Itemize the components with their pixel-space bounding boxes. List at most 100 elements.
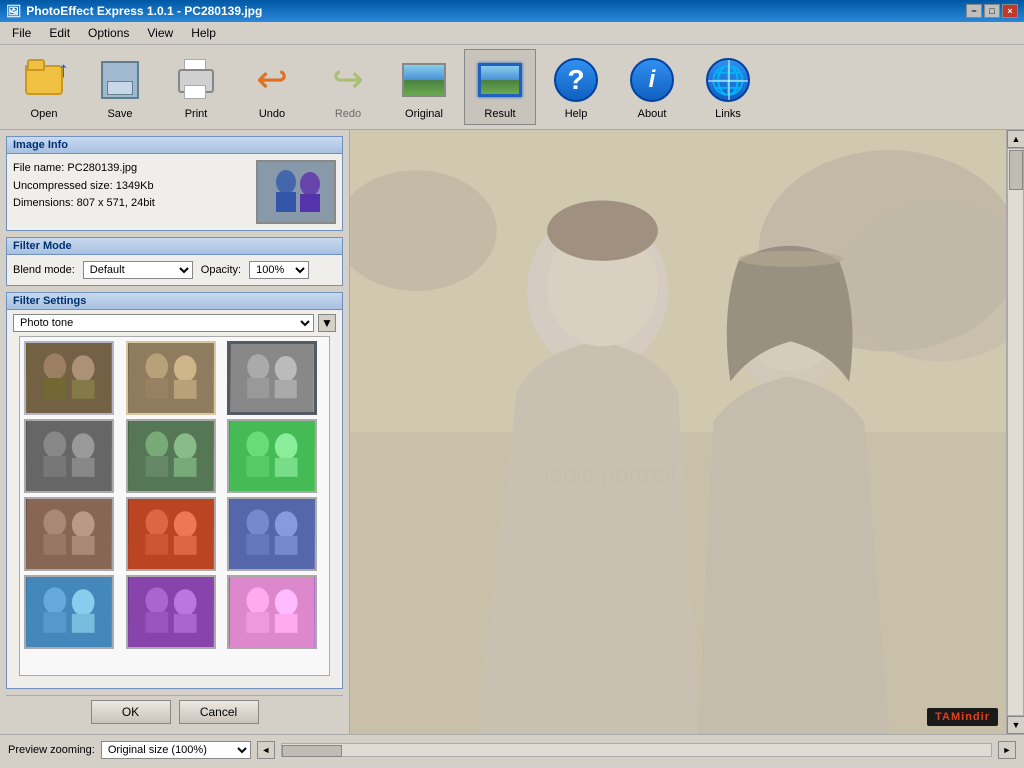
watermark-tam: TAM [935, 711, 961, 723]
help-icon: ? [550, 54, 602, 106]
vertical-scrollbar[interactable]: ▲ ▼ [1006, 130, 1024, 734]
preview-image: sepia portrait [350, 130, 1006, 734]
thumbnail-image [258, 162, 334, 222]
result-icon [474, 54, 526, 106]
undo-button[interactable]: ↩ Undo [236, 49, 308, 125]
scroll-thumb[interactable] [1009, 150, 1023, 190]
image-info-text: File name: PC280139.jpg Uncompressed siz… [13, 160, 248, 224]
image-info-title: Image Info [7, 137, 342, 154]
undo-icon: ↩ [246, 54, 298, 106]
cancel-button[interactable]: Cancel [179, 700, 259, 724]
filter-expand-button[interactable]: ▼ [318, 314, 336, 332]
help-label: Help [565, 108, 588, 120]
bottom-buttons: OK Cancel [6, 695, 343, 728]
opacity-label: Opacity: [201, 264, 241, 276]
about-label: About [638, 108, 667, 120]
result-label: Result [484, 108, 515, 120]
print-label: Print [185, 108, 208, 120]
filter-settings-panel: Filter Settings Photo tone Blur Sharpen … [6, 292, 343, 689]
filter-thumbnail-9[interactable] [227, 497, 317, 571]
close-button[interactable]: × [1002, 4, 1018, 18]
scroll-left-button[interactable]: ◄ [257, 741, 275, 759]
left-panel: Image Info File name: PC280139.jpg Uncom… [0, 130, 350, 734]
menu-file[interactable]: File [4, 24, 39, 42]
original-button[interactable]: Original [388, 49, 460, 125]
links-button[interactable]: 🌐 Links [692, 49, 764, 125]
blend-mode-label: Blend mode: [13, 264, 75, 276]
filter-mode-title: Filter Mode [7, 238, 342, 255]
minimize-button[interactable]: − [966, 4, 982, 18]
ok-button[interactable]: OK [91, 700, 171, 724]
redo-button[interactable]: ↪ Redo [312, 49, 384, 125]
preview-statusbar: Preview zooming: Original size (100%) 50… [0, 734, 1024, 764]
thumbnails-grid [20, 337, 329, 653]
filter-mode-panel: Filter Mode Blend mode: Default Normal M… [6, 237, 343, 286]
scroll-down-button[interactable]: ▼ [1007, 716, 1024, 734]
open-label: Open [31, 108, 58, 120]
scroll-thumb-h[interactable] [282, 745, 342, 757]
menu-help[interactable]: Help [183, 24, 224, 42]
filter-thumbnail-2[interactable] [126, 341, 216, 415]
filter-thumbnail-5[interactable] [126, 419, 216, 493]
filename-text: File name: PC280139.jpg [13, 160, 248, 178]
filter-thumbnail-10[interactable] [24, 575, 114, 649]
filter-thumbnail-1[interactable] [24, 341, 114, 415]
filter-thumbnail-4[interactable] [24, 419, 114, 493]
help-button[interactable]: ? Help [540, 49, 612, 125]
save-label: Save [107, 108, 132, 120]
titlebar-text: PhotoEffect Express 1.0.1 - PC280139.jpg [26, 4, 262, 18]
save-button[interactable]: Save [84, 49, 156, 125]
links-label: Links [715, 108, 741, 120]
print-button[interactable]: Print [160, 49, 232, 125]
zoom-select[interactable]: Original size (100%) 50% 75% 150% 200% [101, 741, 251, 759]
blend-mode-select[interactable]: Default Normal Multiply Screen [83, 261, 193, 279]
maximize-button[interactable]: □ [984, 4, 1000, 18]
original-icon [398, 54, 450, 106]
titlebar: 🖼 PhotoEffect Express 1.0.1 - PC280139.j… [0, 0, 1024, 22]
save-icon [94, 54, 146, 106]
filter-thumbnail-12[interactable] [227, 575, 317, 649]
open-icon: ↑ [18, 54, 70, 106]
titlebar-icon: 🖼 [6, 4, 21, 18]
titlebar-title: 🖼 PhotoEffect Express 1.0.1 - PC280139.j… [6, 4, 262, 18]
scroll-right-button[interactable]: ► [998, 741, 1016, 759]
dimensions-text: Dimensions: 807 x 571, 24bit [13, 195, 248, 213]
about-icon: i [626, 54, 678, 106]
links-icon: 🌐 [702, 54, 754, 106]
print-icon [170, 54, 222, 106]
redo-icon: ↪ [322, 54, 374, 106]
filter-thumbnail-3[interactable] [227, 341, 317, 415]
image-info-panel: Image Info File name: PC280139.jpg Uncom… [6, 136, 343, 231]
menu-options[interactable]: Options [80, 24, 137, 42]
opacity-select[interactable]: 100% 90% 80% [249, 261, 309, 279]
filter-thumbnail-7[interactable] [24, 497, 114, 571]
right-panel: sepia portrait TAMindir ▲ ▼ [350, 130, 1024, 734]
filesize-text: Uncompressed size: 1349Kb [13, 178, 248, 196]
preview-area: sepia portrait TAMindir [350, 130, 1006, 734]
main-area: Image Info File name: PC280139.jpg Uncom… [0, 130, 1024, 734]
open-button[interactable]: ↑ Open [8, 49, 80, 125]
thumbnails-container[interactable] [19, 336, 330, 676]
about-button[interactable]: i About [616, 49, 688, 125]
filter-thumbnail-8[interactable] [126, 497, 216, 571]
filter-type-select[interactable]: Photo tone Blur Sharpen [13, 314, 314, 332]
original-label: Original [405, 108, 443, 120]
menubar: File Edit Options View Help [0, 22, 1024, 45]
redo-label: Redo [335, 108, 361, 120]
menu-view[interactable]: View [139, 24, 181, 42]
result-button[interactable]: Result [464, 49, 536, 125]
filter-settings-title: Filter Settings [7, 293, 342, 310]
filter-thumbnail-11[interactable] [126, 575, 216, 649]
toolbar: ↑ Open Save Print ↩ Undo ↪ R [0, 45, 1024, 130]
horizontal-scrollbar[interactable] [281, 743, 992, 757]
zoom-label: Preview zooming: [8, 744, 95, 756]
filter-thumbnail-6[interactable] [227, 419, 317, 493]
svg-text:sepia portrait: sepia portrait [537, 461, 677, 488]
watermark-indir: indir [961, 711, 990, 723]
scroll-up-button[interactable]: ▲ [1007, 130, 1024, 148]
thumbnail-preview [256, 160, 336, 224]
undo-label: Undo [259, 108, 285, 120]
scroll-track[interactable] [1007, 148, 1024, 716]
menu-edit[interactable]: Edit [41, 24, 78, 42]
watermark-badge: TAMindir [927, 708, 998, 726]
